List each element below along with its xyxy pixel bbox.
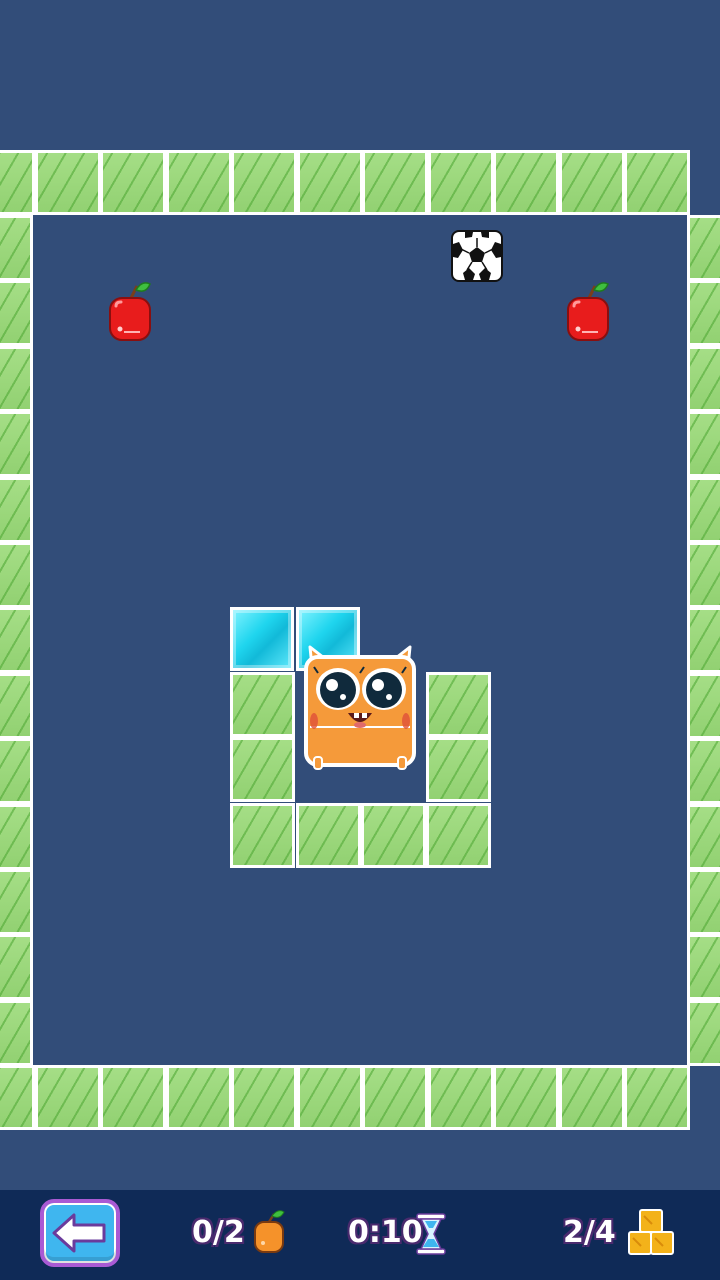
grass-block (0, 476, 33, 543)
grass-block (230, 803, 295, 868)
grass-block (687, 607, 720, 674)
orange-cat-icon (304, 645, 416, 770)
grass-block (687, 934, 720, 1001)
grass-block (426, 737, 491, 802)
grass-block (0, 411, 33, 478)
grass-block (687, 999, 720, 1066)
grass-block (687, 280, 720, 347)
grass-block (0, 607, 33, 674)
arrow-left-icon (52, 1213, 106, 1253)
grass-block (34, 150, 101, 215)
grass-block (426, 672, 491, 737)
grass-block (0, 150, 35, 215)
grass-block (165, 150, 232, 215)
grass-block (0, 803, 33, 870)
timer: 0:10 (348, 1208, 458, 1258)
grass-block (100, 1065, 166, 1130)
grass-block (296, 803, 361, 868)
grass-block (687, 345, 720, 412)
grass-block (687, 672, 720, 739)
game-board (0, 0, 720, 1190)
grass-block (0, 542, 33, 608)
block-counter: 2/4 (563, 1208, 683, 1258)
apple-right (564, 280, 612, 344)
soccer-ball-icon (451, 230, 503, 282)
grass-block (426, 803, 491, 868)
grass-block (624, 150, 690, 215)
timer-text: 0:10 (348, 1215, 423, 1250)
grass-block (0, 869, 33, 935)
grass-block (230, 737, 295, 802)
grass-block (0, 999, 33, 1066)
grass-block (165, 1065, 232, 1130)
grass-block (687, 411, 720, 478)
fruit-counter: 0/2 (192, 1208, 292, 1258)
grass-block (493, 150, 559, 215)
grass-block (427, 1065, 494, 1130)
apple-icon (567, 282, 609, 341)
grass-block (558, 1065, 625, 1130)
soccer-ball (451, 230, 503, 282)
grass-block (0, 280, 33, 347)
grass-block (296, 150, 363, 215)
orange-fruit-icon (254, 1210, 285, 1253)
bottom-hud-bar: 0/2 0:10 2/4 (0, 1190, 720, 1280)
crates-icon (628, 1209, 674, 1255)
grass-block (231, 150, 297, 215)
grass-block (0, 672, 33, 739)
grass-block (230, 672, 295, 737)
player-character[interactable] (300, 645, 420, 773)
grass-block (624, 1065, 690, 1130)
grass-block (687, 476, 720, 543)
grass-block (231, 1065, 297, 1130)
grass-block (558, 150, 625, 215)
grass-block (0, 345, 33, 412)
grass-block (687, 542, 720, 608)
grass-block (687, 869, 720, 935)
grass-block (493, 1065, 559, 1130)
grass-block (34, 1065, 101, 1130)
grass-block (0, 215, 33, 281)
apple-icon (109, 282, 151, 341)
grass-block (0, 934, 33, 1001)
grass-block (361, 803, 426, 868)
grass-block (687, 803, 720, 870)
grass-block (362, 150, 428, 215)
grass-block (427, 150, 494, 215)
block-counter-text: 2/4 (563, 1215, 616, 1250)
grass-block (296, 1065, 363, 1130)
apple-left (106, 280, 154, 344)
fruit-counter-text: 0/2 (192, 1215, 245, 1250)
grass-block (0, 738, 33, 805)
grass-block (362, 1065, 428, 1130)
hourglass-icon (416, 1213, 446, 1255)
ice-block (230, 607, 294, 671)
grass-block (687, 215, 720, 281)
grass-block (687, 738, 720, 805)
back-button[interactable] (40, 1199, 120, 1267)
grass-block (100, 150, 166, 215)
grass-block (0, 1065, 35, 1130)
